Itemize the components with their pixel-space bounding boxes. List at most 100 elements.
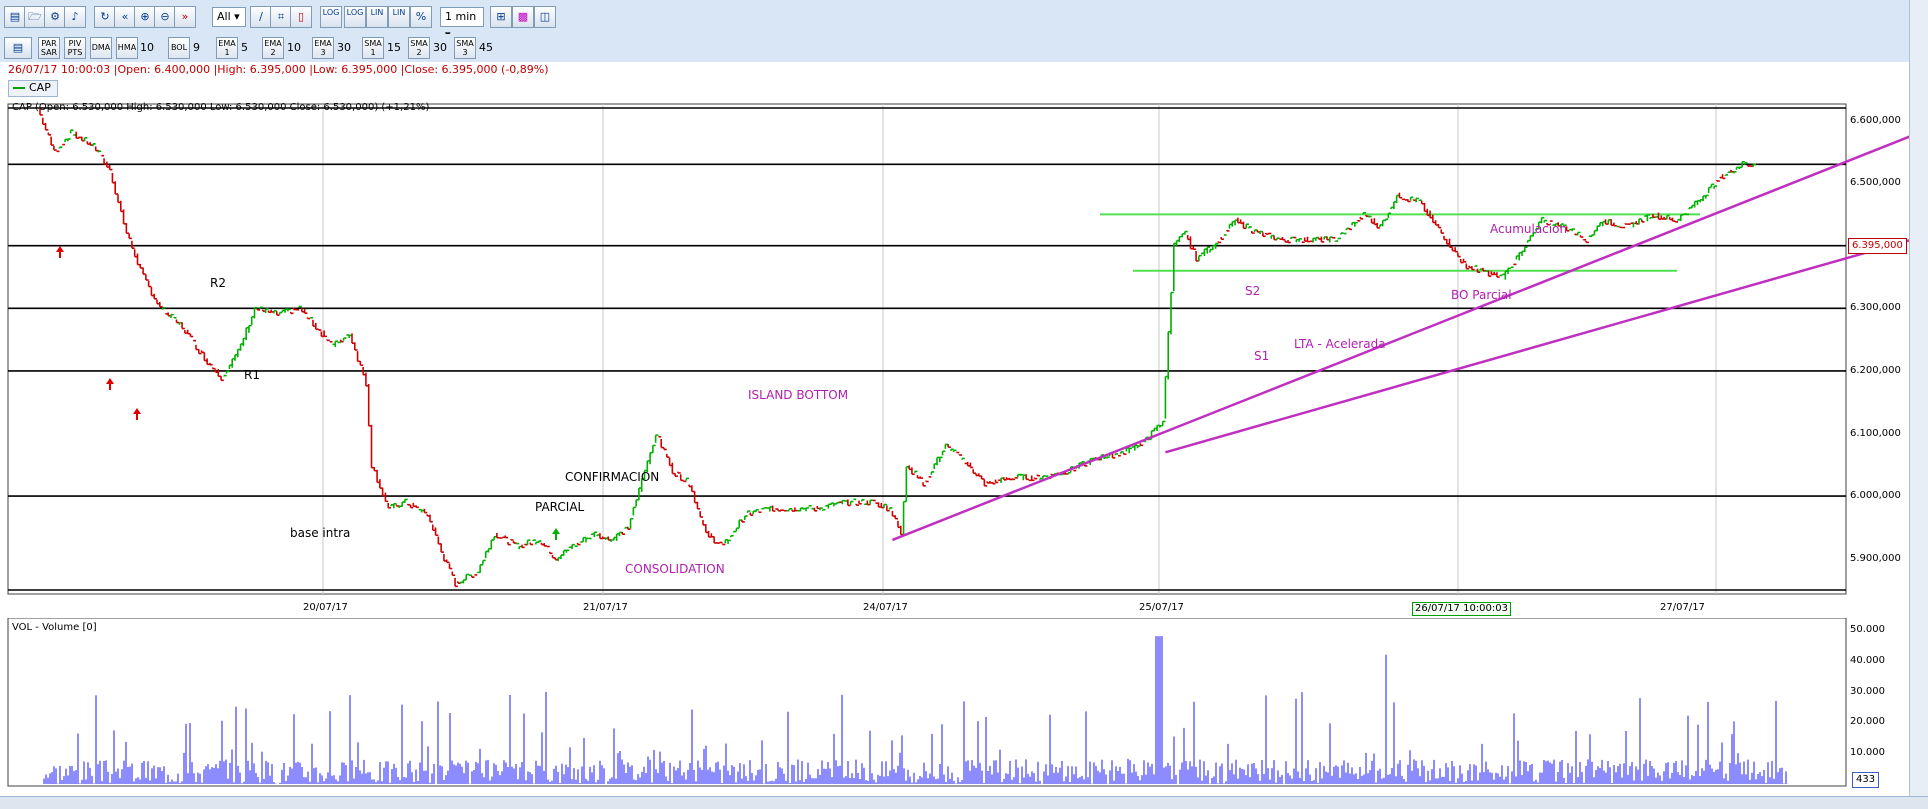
annotation-confirmacion: CONFIRMACION <box>565 470 660 484</box>
log-label: LOG <box>322 8 340 17</box>
annotation-parcial: PARCIAL <box>535 500 585 514</box>
annotation-s2: S2 <box>1245 284 1261 298</box>
status-bar <box>0 796 1928 809</box>
volume-axis-label: 10.000 <box>1850 747 1885 759</box>
color-icon[interactable]: ▩ <box>512 6 534 28</box>
pivots-button[interactable]: PIV PTS <box>64 37 86 59</box>
price-axis-label: 5.900,000 <box>1850 552 1901 564</box>
log-percent-label: LOG <box>346 8 364 17</box>
candlestick-icon[interactable]: ▯ <box>290 6 312 28</box>
ema3-label: EMA 3 <box>314 39 332 57</box>
refresh-icon[interactable]: ↻ <box>94 6 116 28</box>
volume-axis-label: 30.000 <box>1850 685 1885 697</box>
ema3-value: 30 <box>337 41 351 54</box>
sma3-label: SMA 3 <box>456 39 474 57</box>
ema2-label: EMA 2 <box>264 39 282 57</box>
zoom-out-icon[interactable]: ⊖ <box>154 6 176 28</box>
price-legend: CAP (Open: 6.530,000 High: 6.530,000 Low… <box>12 102 430 113</box>
volume-axis-label: 50.000 <box>1850 624 1885 635</box>
sma2-value: 30 <box>433 41 447 54</box>
volume-axis-label: 40.000 <box>1850 654 1885 666</box>
bol-button[interactable]: BOL <box>168 37 190 59</box>
range-select-value: All <box>217 10 231 23</box>
sma3-button[interactable]: SMA 3 <box>454 37 476 59</box>
log-percent-button[interactable]: LOG <box>344 6 366 28</box>
layout-icon[interactable]: ◫ <box>534 6 556 28</box>
crosshair-icon[interactable]: ⊞ <box>490 6 512 28</box>
quote-info-bar: 26/07/17 10:00:03 |Open: 6.400,000 |High… <box>0 62 1928 78</box>
lin-button[interactable]: LIN <box>366 6 388 28</box>
annotation-r2: R2 <box>210 276 226 290</box>
annotation-base-intra: base intra <box>290 526 351 540</box>
pivots-label: PIV PTS <box>67 39 83 57</box>
lin-percent-label: LIN <box>392 8 406 17</box>
sound-icon[interactable]: ♪ <box>64 6 86 28</box>
volume-chart[interactable] <box>0 618 1910 794</box>
sma2-label: SMA 2 <box>410 39 428 57</box>
symbol-tab[interactable]: CAP <box>8 80 58 97</box>
annotation-lta: LTA - Acelerada <box>1294 337 1386 351</box>
lin-percent-button[interactable]: LIN <box>388 6 410 28</box>
ema3-button[interactable]: EMA 3 <box>312 37 334 59</box>
symbol-tab-label: CAP <box>29 81 51 94</box>
sma2-button[interactable]: SMA 2 <box>408 37 430 59</box>
log-button[interactable]: LOG <box>320 6 342 28</box>
settings-icon[interactable]: ⚙ <box>44 6 66 28</box>
hma-button[interactable]: HMA <box>116 37 138 59</box>
forward-icon[interactable]: » <box>174 6 196 28</box>
symbol-line-icon <box>13 87 25 89</box>
current-price-tag: 6.395,000 <box>1848 238 1907 254</box>
dma-button[interactable]: DMA <box>90 37 112 59</box>
hma-label: HMA <box>117 43 137 52</box>
volume-legend: VOL - Volume [0] <box>12 622 97 633</box>
date-label-6: 27/07/17 <box>1660 602 1705 613</box>
date-label-2: 21/07/17 <box>583 602 628 613</box>
price-axis-label: 6.200,000 <box>1850 364 1901 376</box>
lin-label: LIN <box>370 8 384 17</box>
quote-info-text: 26/07/17 10:00:03 |Open: 6.400,000 |High… <box>8 63 549 76</box>
bar-chart-icon[interactable]: ⌗ <box>270 6 292 28</box>
price-axis-label: 6.600,000 <box>1850 114 1901 126</box>
ema2-button[interactable]: EMA 2 <box>262 37 284 59</box>
annotation-island-bottom: ISLAND BOTTOM <box>748 388 849 402</box>
zoom-in-icon[interactable]: ⊕ <box>134 6 156 28</box>
interval-select[interactable]: 1 min ▾ <box>440 7 484 41</box>
ema1-label: EMA 1 <box>218 39 236 57</box>
annotation-r1: R1 <box>244 368 260 382</box>
psar-label: PAR SAR <box>40 39 58 57</box>
date-label-cursor: 26/07/17 10:00:03 <box>1412 602 1512 616</box>
range-select[interactable]: All ▾ <box>212 7 246 27</box>
dma-label: DMA <box>91 43 111 52</box>
line-chart-icon[interactable]: ∕ <box>250 6 272 28</box>
bol-label: BOL <box>170 43 188 52</box>
indicator-toolbar: ▤ PAR SAR PIV PTS DMA HMA 10 BOL 9 EMA 1… <box>0 34 1928 63</box>
interval-select-value: 1 min <box>445 10 477 23</box>
volume-tag: 433 <box>1852 772 1880 788</box>
right-scrollbar[interactable] <box>1909 0 1928 808</box>
date-label-1: 20/07/17 <box>303 602 348 613</box>
ema1-value: 5 <box>241 41 248 54</box>
sma3-value: 45 <box>479 41 493 54</box>
annotation-bo-parcial: BO Parcial <box>1451 288 1512 302</box>
ema1-button[interactable]: EMA 1 <box>216 37 238 59</box>
new-chart-icon[interactable]: ▤ <box>4 6 26 28</box>
price-plot-area <box>7 103 1847 595</box>
date-label-4: 25/07/17 <box>1139 602 1184 613</box>
price-axis-label: 6.500,000 <box>1850 177 1901 189</box>
annotation-s1: S1 <box>1254 349 1270 363</box>
ema2-value: 10 <box>287 41 301 54</box>
date-label-3: 24/07/17 <box>863 602 908 613</box>
price-axis-label: 6.100,000 <box>1850 427 1901 439</box>
sma1-value: 15 <box>387 41 401 54</box>
open-icon[interactable]: 🗁 <box>24 6 46 28</box>
percent-label: % <box>415 10 427 23</box>
back-icon[interactable]: « <box>114 6 136 28</box>
psar-button[interactable]: PAR SAR <box>38 37 60 59</box>
percent-button[interactable]: % <box>410 6 432 28</box>
sma1-button[interactable]: SMA 1 <box>362 37 384 59</box>
price-chart[interactable] <box>0 96 1910 600</box>
annotation-consolidation: CONSOLIDATION <box>625 562 725 576</box>
volume-axis-label: 20.000 <box>1850 716 1885 728</box>
main-toolbar: ▤ 🗁 ⚙ ♪ ↻ « ⊕ ⊖ » All ▾ ∕ ⌗ ▯ LOG LOG LI… <box>0 0 1928 41</box>
indicator-panel-icon[interactable]: ▤ <box>4 37 32 59</box>
